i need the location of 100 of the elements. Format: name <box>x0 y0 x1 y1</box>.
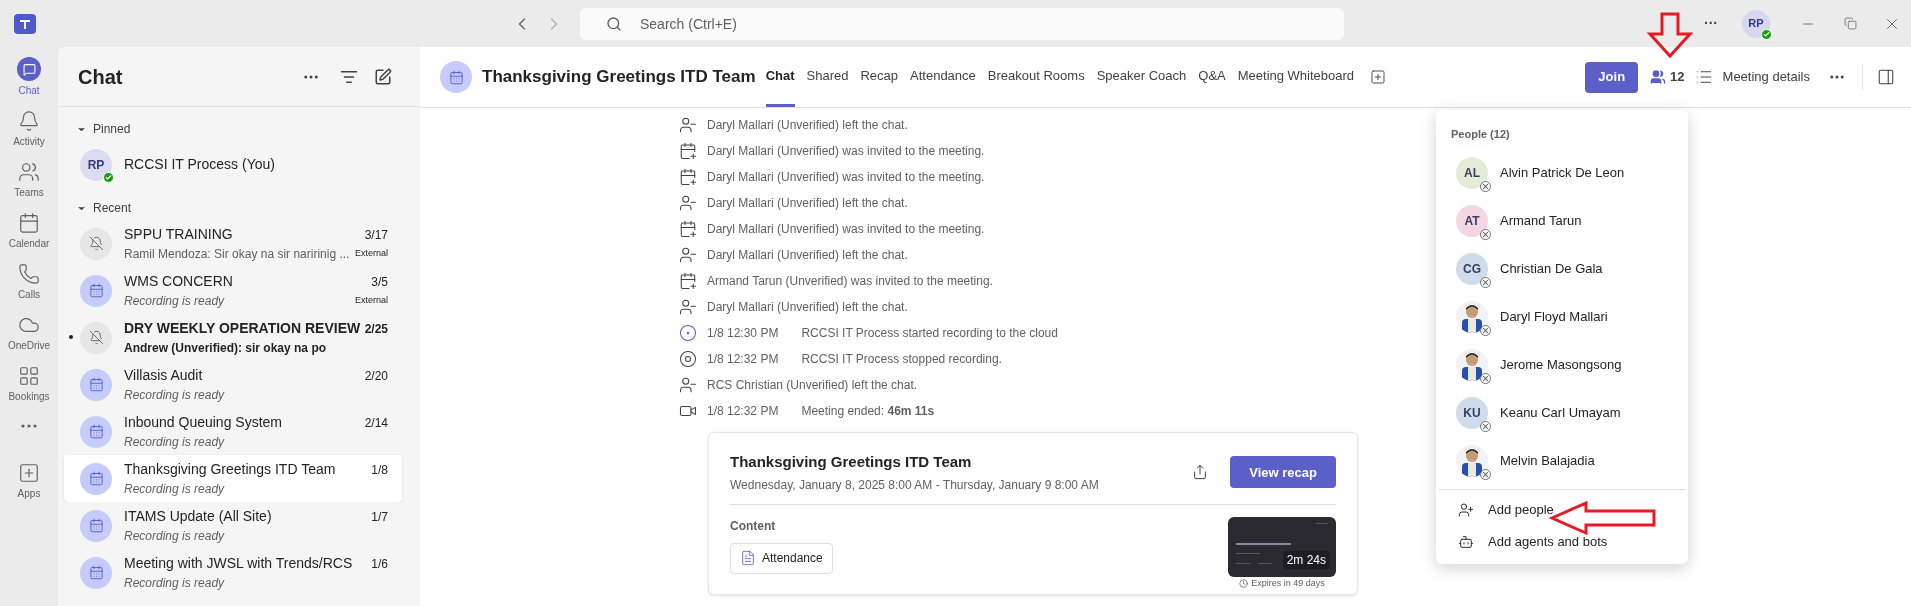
avatar: CG <box>1456 252 1488 285</box>
chat-name: RCCSI IT Process (You) <box>124 155 276 174</box>
tab[interactable]: Meeting Whiteboard <box>1237 47 1355 107</box>
calendar-plus-icon <box>679 272 697 290</box>
rail-item[interactable]: Calls <box>2 261 56 304</box>
person-name: Armand Tarun <box>1500 211 1582 230</box>
tab[interactable]: Attendance <box>910 47 976 107</box>
event-message: RCS Christian (Unverified) left the chat. <box>707 377 918 394</box>
record-icon <box>679 324 697 342</box>
event-message: RCCSI IT Process stopped recording. <box>801 351 1002 368</box>
status-available-icon <box>1761 28 1772 40</box>
person-leave-icon <box>679 116 697 134</box>
popup-action[interactable]: Add agents and bots <box>1436 525 1688 558</box>
person-name: Alvin Patrick De Leon <box>1500 163 1625 182</box>
section-header[interactable]: Recent <box>64 196 402 220</box>
user-avatar[interactable]: RP <box>1742 9 1770 38</box>
rail-item[interactable]: Teams <box>2 159 56 202</box>
add-person-icon <box>1458 501 1474 518</box>
chat-item[interactable]: Thanksgiving Greetings ITD Team 1/8 Recording is ready <box>64 455 402 502</box>
section-header[interactable]: Pinned <box>64 117 402 141</box>
tab[interactable]: Breakout Rooms <box>987 47 1085 107</box>
calendar-avatar-icon <box>440 61 472 93</box>
view-recap-button[interactable]: View recap <box>1230 456 1336 489</box>
popup-title: People (12) <box>1450 127 1511 142</box>
chat-date: 2/20 <box>364 367 388 385</box>
rail-item[interactable]: OneDrive <box>2 312 56 355</box>
rail-item[interactable]: Calendar <box>2 210 56 253</box>
stop-icon <box>679 350 697 368</box>
status-offline-icon <box>1480 420 1491 432</box>
person-name: Daryl Floyd Mallari <box>1500 307 1608 326</box>
event-message: RCCSI IT Process started recording to the cloud <box>801 325 1058 342</box>
join-button[interactable]: Join <box>1585 61 1639 93</box>
chat-bubble-icon <box>17 57 41 81</box>
people-icon <box>18 161 40 183</box>
person-item[interactable]: CG Christian De Gala <box>1436 244 1688 293</box>
chat-date: 1/7 <box>371 508 388 526</box>
chat-date: 3/17 <box>364 226 388 244</box>
person-item[interactable]: KU Keanu Carl Umayam <box>1436 388 1688 437</box>
expiry-text: Expires in 49 days <box>1251 576 1325 590</box>
calendar-avatar-icon <box>80 415 112 448</box>
person-leave-icon <box>679 376 697 394</box>
status-offline-icon <box>1480 468 1491 480</box>
popup-action[interactable]: Add people <box>1436 493 1688 526</box>
share-icon[interactable] <box>1192 464 1209 481</box>
avatar: AT <box>1456 204 1488 237</box>
person-item[interactable]: Jerome Masongsong <box>1436 340 1688 389</box>
calendar-icon <box>18 212 40 234</box>
chat-date: 2/14 <box>364 414 388 432</box>
muted-bell-icon <box>80 227 112 260</box>
rail-item[interactable]: Bookings <box>2 363 56 406</box>
person-item[interactable]: Melvin Balajadia <box>1436 436 1688 485</box>
list-icon <box>1694 68 1713 86</box>
phone-icon <box>18 263 40 285</box>
calendar-avatar-icon <box>80 274 112 307</box>
rail-item[interactable]: Apps <box>2 460 56 503</box>
meeting-details-button[interactable]: Meeting details <box>1694 67 1810 87</box>
attendance-attachment[interactable]: Attendance <box>730 542 833 574</box>
search-field[interactable]: Search (Ctrl+E) <box>580 7 1344 40</box>
calendar-plus-icon <box>679 220 697 238</box>
new-chat-icon[interactable] <box>374 67 392 86</box>
tab[interactable]: Chat <box>765 47 795 107</box>
calendar-avatar-icon <box>80 556 112 589</box>
event-time: 1/8 12:32 PM <box>707 403 779 420</box>
event-message: Daryl Mallari (Unverified) was invited to the meeting. <box>707 221 985 238</box>
restore-icon[interactable] <box>1844 17 1857 30</box>
person-item[interactable]: AT Armand Tarun <box>1436 196 1688 245</box>
tab[interactable]: Shared <box>806 47 849 107</box>
bot-icon <box>1458 533 1474 550</box>
plus-square-icon <box>18 462 40 484</box>
participants-button[interactable]: 12 <box>1650 67 1685 87</box>
chat-name: WMS CONCERN <box>124 272 234 291</box>
rail-item[interactable]: Chat <box>2 55 56 100</box>
more-icon <box>21 424 37 428</box>
person-leave-icon <box>679 246 697 264</box>
grid-icon <box>18 365 40 387</box>
chat-name: Thanksgiving Greetings ITD Team <box>124 460 337 479</box>
arrow-annotation-icon <box>1646 12 1694 60</box>
person-name: Christian De Gala <box>1500 259 1603 278</box>
person-leave-icon <box>679 194 697 212</box>
chat-preview: Recording is ready <box>124 575 226 592</box>
chat-name: ITAMS Update (All Site) <box>124 507 273 526</box>
person-item[interactable]: AL Alvin Patrick De Leon <box>1436 148 1688 197</box>
avatar: RP <box>80 148 112 181</box>
status-offline-icon <box>1480 180 1491 192</box>
tab[interactable]: Speaker Coach <box>1096 47 1187 107</box>
tab[interactable]: Q&A <box>1198 47 1226 107</box>
more-options[interactable]: ··· <box>1704 13 1718 34</box>
person-item[interactable]: Daryl Floyd Mallari <box>1436 292 1688 341</box>
chat-name: DRY WEEKLY OPERATION REVIEW <box>124 319 362 338</box>
event-time: 1/8 12:30 PM <box>707 325 779 342</box>
teams-logo <box>14 13 36 34</box>
person-name: Jerome Masongsong <box>1500 355 1622 374</box>
calendar-avatar-icon <box>80 509 112 542</box>
tab[interactable]: Recap <box>860 47 899 107</box>
add-tab-icon[interactable] <box>1370 69 1387 85</box>
rail-item[interactable]: Activity <box>2 108 56 151</box>
chat-list-title: Chat <box>78 64 124 90</box>
calendar-plus-icon <box>679 168 697 186</box>
side-panel-icon[interactable] <box>1877 68 1895 86</box>
muted-bell-icon <box>80 321 112 354</box>
